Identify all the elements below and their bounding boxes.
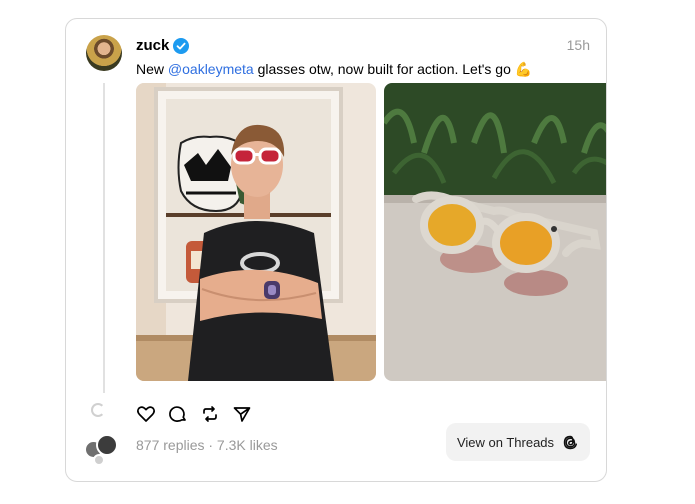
media-carousel[interactable] [136,83,606,383]
heart-icon[interactable] [136,404,156,424]
post-timestamp: 15h [566,37,590,53]
threads-post-card: zuck 15h New @oakleymeta glasses otw, no… [65,18,607,482]
repost-icon[interactable] [200,404,220,424]
replier-avatars [84,434,124,466]
thread-line [103,83,105,393]
replier-avatar [93,454,105,466]
author-avatar[interactable] [86,35,122,71]
author-username[interactable]: zuck [136,37,169,54]
thread-loop-icon [91,403,105,417]
caption-text-start: New [136,61,168,77]
caption-text-end: glasses otw, now built for action. Let's… [253,61,511,77]
mention-link[interactable]: @oakleymeta [168,61,254,77]
share-icon[interactable] [232,404,252,424]
view-on-threads-label: View on Threads [456,434,555,450]
view-on-threads-button[interactable]: View on Threads [446,423,590,461]
threads-logo-icon [563,435,578,449]
verified-badge-icon [173,38,189,54]
flexed-biceps-emoji: 💪 [514,61,533,77]
comment-icon[interactable] [168,404,188,424]
post-image-person[interactable] [136,83,376,381]
replier-avatar [96,434,118,456]
post-image-glasses[interactable] [384,83,606,381]
post-caption: New @oakleymeta glasses otw, now built f… [136,60,532,78]
replies-likes-count[interactable]: 877 replies · 7.3K likes [136,437,278,453]
